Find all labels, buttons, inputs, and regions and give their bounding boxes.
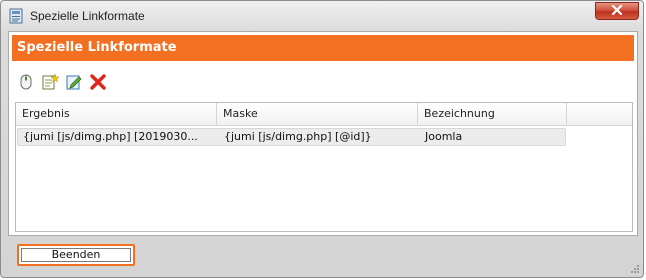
document-icon — [9, 8, 23, 24]
cell-bezeichnung: Joomla — [425, 130, 463, 143]
title-bar[interactable]: Spezielle Linkformate — [1, 1, 643, 31]
resize-grip-icon[interactable] — [630, 264, 640, 274]
link-formats-table: Ergebnis Maske Bezeichnung {jumi [js/dim… — [15, 102, 633, 232]
edit-icon[interactable] — [65, 73, 83, 91]
column-header-bezeichnung[interactable]: Bezeichnung — [418, 103, 567, 125]
cell-maske: {jumi [js/dimg.php] [@id]} — [224, 130, 372, 143]
mouse-icon[interactable] — [17, 73, 35, 91]
panel-title: Spezielle Linkformate — [17, 40, 177, 55]
column-header-ergebnis[interactable]: Ergebnis — [16, 103, 217, 125]
window-title: Spezielle Linkformate — [30, 9, 145, 23]
cell-ergebnis: {jumi [js/dimg.php] [2019030... — [23, 130, 198, 143]
column-header-maske[interactable]: Maske — [217, 103, 418, 125]
close-button-label: Beenden — [21, 248, 131, 262]
table-header: Ergebnis Maske Bezeichnung — [16, 103, 632, 126]
table-row[interactable]: {jumi [js/dimg.php] [2019030... {jumi [j… — [17, 128, 566, 146]
dialog-window: Spezielle Linkformate Spezielle Linkform… — [0, 0, 644, 278]
window-close-button[interactable] — [595, 2, 639, 20]
close-icon — [611, 4, 623, 18]
new-document-icon[interactable] — [41, 73, 60, 91]
content-panel: Spezielle Linkformate Ergebnis Maske Bez… — [8, 31, 638, 236]
delete-icon[interactable] — [89, 73, 107, 91]
panel-header: Spezielle Linkformate — [12, 35, 634, 61]
close-button[interactable]: Beenden — [17, 244, 135, 266]
